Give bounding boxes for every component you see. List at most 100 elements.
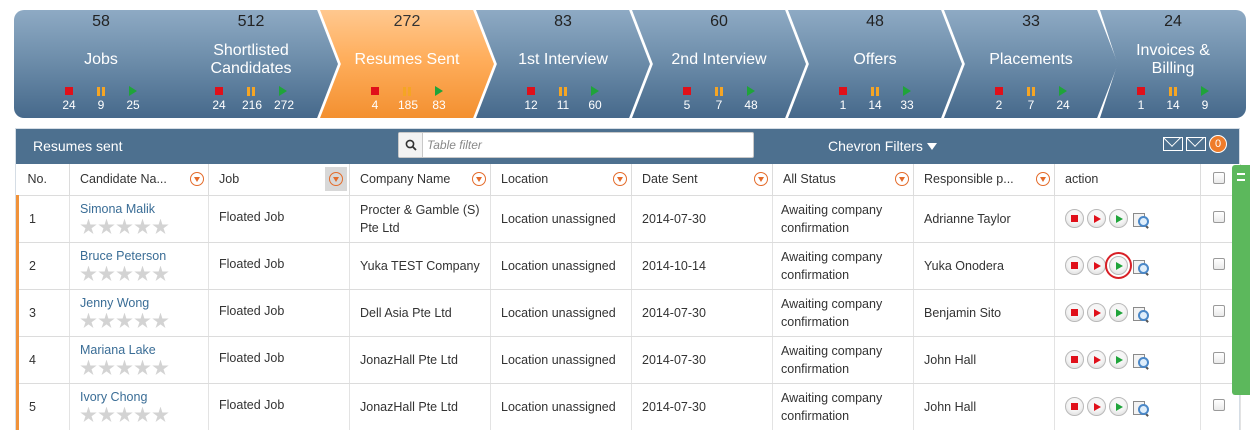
table-row: 2 Bruce Peterson Floated Job Yuka TEST C… (16, 242, 1241, 290)
reject-play-button[interactable] (1087, 303, 1106, 322)
preview-icon[interactable] (1131, 257, 1149, 276)
rating-stars[interactable] (80, 265, 208, 283)
chevron-shortlisted[interactable]: 512 Shortlisted Candidates 24 216 272 (164, 10, 338, 118)
star-icon[interactable] (116, 406, 133, 422)
reject-play-button[interactable] (1087, 350, 1106, 369)
table-filter-input[interactable] (425, 133, 751, 157)
reject-play-button[interactable] (1087, 397, 1106, 416)
chevron-resumes-sent[interactable]: 272 Resumes Sent 4 185 83 (320, 10, 494, 118)
candidate-link[interactable]: Ivory Chong (80, 388, 208, 406)
filter-dropdown-icon[interactable] (190, 172, 204, 186)
star-icon[interactable] (80, 359, 97, 375)
chevron-offers[interactable]: 48 Offers 1 14 33 (788, 10, 962, 118)
star-icon[interactable] (98, 218, 115, 234)
advance-play-button[interactable] (1109, 350, 1128, 369)
email-open-icon[interactable] (1163, 137, 1183, 151)
notification-badge[interactable]: 0 (1209, 135, 1227, 153)
reject-play-button[interactable] (1087, 256, 1106, 275)
filter-dropdown-icon[interactable] (613, 172, 627, 186)
side-panel-tab[interactable] (1232, 165, 1250, 395)
filter-dropdown-icon[interactable] (895, 172, 909, 186)
filter-dropdown-icon[interactable] (325, 167, 347, 191)
star-icon[interactable] (152, 406, 169, 422)
star-icon[interactable] (98, 265, 115, 281)
star-icon[interactable] (152, 265, 169, 281)
col-date-sent[interactable]: Date Sent (631, 164, 773, 196)
star-icon[interactable] (116, 359, 133, 375)
search-icon[interactable] (399, 133, 423, 157)
candidate-link[interactable]: Mariana Lake (80, 341, 208, 359)
col-responsible[interactable]: Responsible p... (913, 164, 1055, 196)
row-checkbox[interactable] (1213, 304, 1225, 317)
table-row: 1 Simona Malik Floated Job Procter & Gam… (16, 195, 1241, 243)
advance-play-button[interactable] (1109, 397, 1128, 416)
candidate-link[interactable]: Bruce Peterson (80, 247, 208, 265)
stop-button[interactable] (1065, 209, 1084, 228)
chevron-2nd-interview[interactable]: 60 2nd Interview 5 7 48 (632, 10, 806, 118)
chevron-jobs[interactable]: 58 Jobs 24 9 25 (14, 10, 188, 118)
chevron-invoices-billing[interactable]: 24 Invoices & Billing 1 14 9 (1100, 10, 1246, 118)
star-icon[interactable] (98, 312, 115, 328)
advance-play-button[interactable] (1109, 303, 1128, 322)
chevron-placements[interactable]: 33 Placements 2 7 24 (944, 10, 1118, 118)
preview-icon[interactable] (1131, 210, 1149, 229)
pause-icon (559, 86, 567, 96)
star-icon[interactable] (80, 265, 97, 281)
advance-play-button-highlighted[interactable] (1105, 252, 1132, 279)
preview-icon[interactable] (1131, 351, 1149, 370)
candidate-link[interactable]: Simona Malik (80, 200, 208, 218)
reject-play-button[interactable] (1087, 209, 1106, 228)
filter-dropdown-icon[interactable] (472, 172, 486, 186)
col-status[interactable]: All Status (772, 164, 914, 196)
star-icon[interactable] (152, 312, 169, 328)
stop-button[interactable] (1065, 256, 1084, 275)
star-icon[interactable] (152, 359, 169, 375)
rating-stars[interactable] (80, 312, 208, 330)
star-icon[interactable] (116, 218, 133, 234)
row-checkbox[interactable] (1213, 210, 1225, 223)
col-job[interactable]: Job (208, 164, 350, 196)
star-icon[interactable] (116, 312, 133, 328)
chevron-count: 83 (554, 13, 572, 30)
green-count: 24 (1056, 98, 1070, 112)
select-all-checkbox[interactable] (1213, 171, 1225, 184)
candidate-cell: Bruce Peterson (69, 242, 209, 290)
star-icon[interactable] (134, 218, 151, 234)
stop-button[interactable] (1065, 350, 1084, 369)
star-icon[interactable] (134, 406, 151, 422)
chevron-1st-interview[interactable]: 83 1st Interview 12 11 60 (476, 10, 650, 118)
star-icon[interactable] (134, 265, 151, 281)
email-send-icon[interactable] (1186, 137, 1206, 151)
candidate-link[interactable]: Jenny Wong (80, 294, 208, 312)
star-icon[interactable] (98, 359, 115, 375)
col-company[interactable]: Company Name (349, 164, 491, 196)
col-location[interactable]: Location (490, 164, 632, 196)
status-cell: Awaiting company confirmation (772, 383, 914, 430)
col-candidate[interactable]: Candidate Na... (69, 164, 209, 196)
preview-icon[interactable] (1131, 398, 1149, 417)
star-icon[interactable] (134, 359, 151, 375)
star-icon[interactable] (80, 406, 97, 422)
row-checkbox[interactable] (1213, 257, 1225, 270)
star-icon[interactable] (98, 406, 115, 422)
row-checkbox[interactable] (1213, 398, 1225, 411)
filter-dropdown-icon[interactable] (1036, 172, 1050, 186)
star-icon[interactable] (80, 312, 97, 328)
action-cell (1054, 195, 1201, 243)
chevron-filters-button[interactable]: Chevron Filters (828, 138, 937, 154)
star-icon[interactable] (116, 265, 133, 281)
pipeline-chevrons: 58 Jobs 24 9 25 512 Shortlisted Candidat… (14, 10, 1246, 118)
star-icon[interactable] (134, 312, 151, 328)
advance-play-button[interactable] (1109, 209, 1128, 228)
stop-button[interactable] (1065, 303, 1084, 322)
star-icon[interactable] (80, 218, 97, 234)
rating-stars[interactable] (80, 218, 208, 236)
rating-stars[interactable] (80, 359, 208, 377)
stop-button[interactable] (1065, 397, 1084, 416)
filter-dropdown-icon[interactable] (754, 172, 768, 186)
star-icon[interactable] (152, 218, 169, 234)
preview-icon[interactable] (1131, 304, 1149, 323)
row-checkbox[interactable] (1213, 351, 1225, 364)
rating-stars[interactable] (80, 406, 208, 424)
green-count: 83 (432, 98, 446, 112)
